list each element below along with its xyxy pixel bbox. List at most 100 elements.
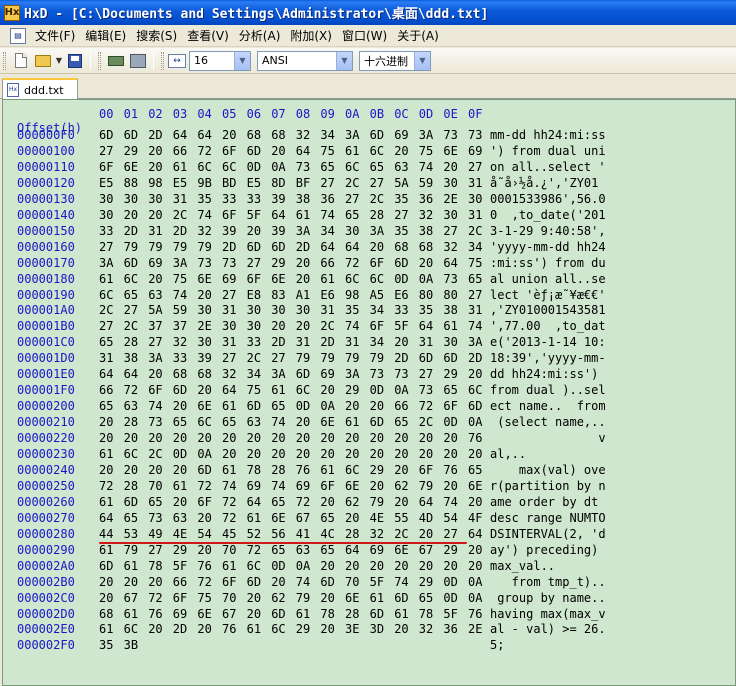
hex-byte[interactable]: 61 [320, 463, 334, 477]
hex-byte[interactable]: 31 [468, 176, 482, 190]
hex-byte[interactable]: 61 [370, 591, 384, 605]
hex-byte[interactable]: 6F [370, 256, 384, 270]
hex-byte[interactable]: 61 [99, 543, 113, 557]
hex-byte[interactable]: 65 [468, 272, 482, 286]
hex-byte[interactable]: 20 [271, 144, 285, 158]
hex-byte[interactable]: 6D [296, 367, 310, 381]
hex-byte[interactable]: 27 [99, 144, 113, 158]
hex-byte[interactable]: 20 [468, 559, 482, 573]
row-text[interactable]: 0001533986',56.0 [490, 192, 606, 206]
hex-byte[interactable]: 75 [468, 256, 482, 270]
row-text[interactable]: mm-dd hh24:mi:ss [490, 128, 606, 142]
hex-byte[interactable]: 35 [345, 303, 359, 317]
hex-byte[interactable]: 20 [124, 208, 138, 222]
hex-byte[interactable]: 28 [370, 208, 384, 222]
hex-byte[interactable]: 65 [320, 160, 334, 174]
hex-byte[interactable]: 0D [443, 591, 457, 605]
hex-byte[interactable]: 3D [370, 622, 384, 636]
hex-byte[interactable]: 20 [173, 495, 187, 509]
hex-byte[interactable]: 33 [394, 303, 408, 317]
hex-byte[interactable]: 33 [247, 192, 261, 206]
row-text[interactable]: å˜å›½å.¿','ZY01 [490, 176, 598, 190]
hex-byte[interactable]: 6D [124, 256, 138, 270]
hex-byte[interactable]: 6E [468, 479, 482, 493]
hex-byte[interactable]: 74 [296, 575, 310, 589]
hex-byte[interactable]: 6F [99, 160, 113, 174]
hex-byte[interactable]: 69 [173, 607, 187, 621]
hex-byte[interactable]: 6D [247, 575, 261, 589]
hex-byte[interactable]: 34 [320, 224, 334, 238]
hex-byte[interactable]: 20 [419, 256, 433, 270]
hex-byte[interactable]: 68 [419, 240, 433, 254]
hex-byte[interactable]: 2D [222, 240, 236, 254]
hex-byte[interactable]: 6D [197, 463, 211, 477]
row-text[interactable]: having max(max_v [490, 607, 606, 621]
hex-byte[interactable]: 20 [320, 622, 334, 636]
hex-byte[interactable]: 6F [222, 208, 236, 222]
hex-byte[interactable]: 69 [394, 128, 408, 142]
charset-select[interactable]: ANSI ▼ [257, 50, 353, 71]
hex-byte[interactable]: 61 [124, 559, 138, 573]
hex-byte[interactable]: 73 [468, 128, 482, 142]
title-bar[interactable]: Hx HxD - [C:\Documents and Settings\Admi… [0, 0, 736, 25]
hex-byte[interactable]: 4E [370, 511, 384, 525]
hex-byte[interactable]: 6D [124, 128, 138, 142]
hex-byte[interactable]: 59 [419, 176, 433, 190]
hex-byte[interactable]: 64 [468, 527, 482, 541]
hex-byte[interactable]: 31 [320, 303, 334, 317]
hex-byte[interactable]: 20 [320, 495, 334, 509]
hex-byte[interactable]: BF [296, 176, 310, 190]
hex-byte[interactable]: 63 [296, 543, 310, 557]
hex-byte[interactable]: A5 [370, 288, 384, 302]
hex-byte[interactable]: 5F [173, 559, 187, 573]
hex-byte[interactable]: 2C [247, 351, 261, 365]
hex-byte[interactable]: 69 [222, 272, 236, 286]
hex-byte[interactable]: 9B [197, 176, 211, 190]
hex-byte[interactable]: 30 [197, 303, 211, 317]
hex-byte[interactable]: 74 [173, 288, 187, 302]
hex-byte[interactable]: 5A [148, 303, 162, 317]
hex-byte[interactable]: 31 [468, 208, 482, 222]
hex-byte[interactable]: 80 [419, 288, 433, 302]
hex-byte[interactable]: 73 [443, 272, 457, 286]
hex-byte[interactable]: 35 [419, 303, 433, 317]
hex-byte[interactable]: 72 [345, 256, 359, 270]
row-text[interactable]: al union all..se [490, 272, 606, 286]
hex-byte[interactable]: 2D [320, 335, 334, 349]
hex-byte[interactable]: 20 [370, 559, 384, 573]
hex-byte[interactable]: 75 [197, 591, 211, 605]
hex-byte[interactable]: 37 [173, 319, 187, 333]
hex-byte[interactable]: 20 [197, 383, 211, 397]
hex-byte[interactable]: 20 [99, 431, 113, 445]
hex-byte[interactable]: 35 [394, 224, 408, 238]
hex-byte[interactable]: 20 [345, 447, 359, 461]
hex-byte[interactable]: 2C [124, 319, 138, 333]
hex-byte[interactable]: 61 [296, 607, 310, 621]
hex-byte[interactable]: 6C [197, 160, 211, 174]
hex-byte[interactable]: 64 [296, 144, 310, 158]
hex-byte[interactable]: 78 [148, 559, 162, 573]
hex-byte[interactable]: 27 [468, 160, 482, 174]
hex-byte[interactable]: 6D [370, 128, 384, 142]
hex-byte[interactable]: 20 [148, 622, 162, 636]
hex-byte[interactable]: 73 [148, 415, 162, 429]
hex-byte[interactable]: 31 [419, 335, 433, 349]
hex-byte[interactable]: 0D [443, 575, 457, 589]
hex-byte[interactable]: 27 [271, 351, 285, 365]
hex-byte[interactable]: A1 [296, 288, 310, 302]
hex-byte[interactable]: 68 [173, 367, 187, 381]
hex-byte[interactable]: 20 [419, 559, 433, 573]
hex-byte[interactable]: 20 [271, 431, 285, 445]
hex-byte[interactable]: 2C [394, 527, 408, 541]
hex-byte[interactable]: 31 [345, 335, 359, 349]
hex-byte[interactable]: 28 [271, 463, 285, 477]
hex-byte[interactable]: 3A [468, 335, 482, 349]
row-text[interactable]: ect name.. from [490, 399, 606, 413]
hex-byte[interactable]: 6D [124, 495, 138, 509]
hex-byte[interactable]: 61 [99, 272, 113, 286]
hex-byte[interactable]: 66 [394, 399, 408, 413]
hex-byte[interactable]: 33 [99, 224, 113, 238]
hex-byte[interactable]: 30 [443, 208, 457, 222]
hex-byte[interactable]: 28 [124, 335, 138, 349]
hex-byte[interactable]: 20 [148, 272, 162, 286]
